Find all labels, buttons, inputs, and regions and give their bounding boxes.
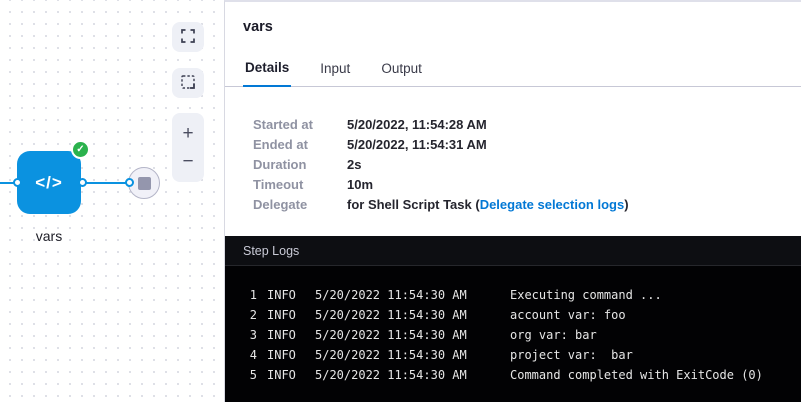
zoom-controls: + − [172,113,204,182]
execution-view: </> ✓ vars [0,0,801,402]
log-timestamp: 5/20/2022 11:54:30 AM [315,308,465,328]
detail-row-timeout: Timeout 10m [253,177,783,197]
end-node-port [125,178,134,187]
log-level: INFO [267,328,303,348]
step-node-label: vars [17,228,81,244]
log-line-number: 1 [243,288,257,308]
step-logs-header: Step Logs [225,236,801,266]
log-message: Command completed with ExitCode (0) [510,368,763,388]
detail-row-delegate: Delegate for Shell Script Task (Delegate… [253,197,783,217]
log-timestamp: 5/20/2022 11:54:30 AM [315,348,465,368]
node-port-left [13,178,22,187]
log-message: org var: bar [510,328,597,348]
log-timestamp: 5/20/2022 11:54:30 AM [315,368,465,388]
detail-label: Ended at [253,137,347,152]
detail-value: 5/20/2022, 11:54:28 AM [347,117,487,132]
log-line: 2 INFO 5/20/2022 11:54:30 AM account var… [225,308,801,328]
log-line: 1 INFO 5/20/2022 11:54:30 AM Executing c… [225,288,801,308]
page-title: vars [225,2,801,35]
details-table: Started at 5/20/2022, 11:54:28 AM Ended … [225,87,801,236]
code-icon: </> [35,173,63,193]
detail-row-ended-at: Ended at 5/20/2022, 11:54:31 AM [253,137,783,157]
log-message: account var: foo [510,308,626,328]
edge-outgoing [82,182,130,184]
detail-value: 2s [347,157,361,172]
detail-row-started-at: Started at 5/20/2022, 11:54:28 AM [253,117,783,137]
check-icon: ✓ [71,140,90,159]
log-level: INFO [267,288,303,308]
log-timestamp: 5/20/2022 11:54:30 AM [315,328,465,348]
step-node-vars[interactable]: </> [17,151,81,214]
zoom-out-button[interactable]: − [182,152,193,171]
detail-label: Started at [253,117,347,132]
log-level: INFO [267,368,303,388]
delegate-text-suffix: ) [624,197,628,212]
tab-bar: Details Input Output [225,56,801,87]
fullscreen-button[interactable] [172,22,204,52]
log-line-number: 3 [243,328,257,348]
log-message: project var: bar [510,348,633,368]
log-line: 3 INFO 5/20/2022 11:54:30 AM org var: ba… [225,328,801,348]
detail-label: Delegate [253,197,347,212]
detail-row-duration: Duration 2s [253,157,783,177]
step-detail-panel: vars Details Input Output Started at 5/2… [224,0,801,402]
log-line-number: 4 [243,348,257,368]
pipeline-canvas[interactable]: </> ✓ vars [0,0,224,402]
log-line-number: 2 [243,308,257,328]
log-level: INFO [267,348,303,368]
tab-details[interactable]: Details [243,56,291,87]
detail-value: 5/20/2022, 11:54:31 AM [347,137,487,152]
tab-output[interactable]: Output [379,56,424,87]
log-line-number: 5 [243,368,257,388]
log-message: Executing command ... [510,288,662,308]
stop-icon [138,177,151,190]
node-port-right [78,178,87,187]
detail-value: 10m [347,177,373,192]
marquee-select-icon [181,75,195,92]
detail-label: Duration [253,157,347,172]
log-line: 4 INFO 5/20/2022 11:54:30 AM project var… [225,348,801,368]
step-logs-console: Step Logs 1 INFO 5/20/2022 11:54:30 AM E… [225,236,801,402]
zoom-in-button[interactable]: + [182,124,193,143]
log-level: INFO [267,308,303,328]
delegate-selection-logs-link[interactable]: Delegate selection logs [480,197,625,212]
step-logs-body[interactable]: 1 INFO 5/20/2022 11:54:30 AM Executing c… [225,266,801,402]
tab-input[interactable]: Input [318,56,352,87]
marquee-select-button[interactable] [172,68,204,98]
step-logs-title: Step Logs [243,244,299,258]
delegate-text-prefix: for Shell Script Task ( [347,197,480,212]
detail-value: for Shell Script Task (Delegate selectio… [347,197,629,212]
fullscreen-icon [181,29,195,46]
log-timestamp: 5/20/2022 11:54:30 AM [315,288,465,308]
log-line: 5 INFO 5/20/2022 11:54:30 AM Command com… [225,368,801,388]
detail-label: Timeout [253,177,347,192]
